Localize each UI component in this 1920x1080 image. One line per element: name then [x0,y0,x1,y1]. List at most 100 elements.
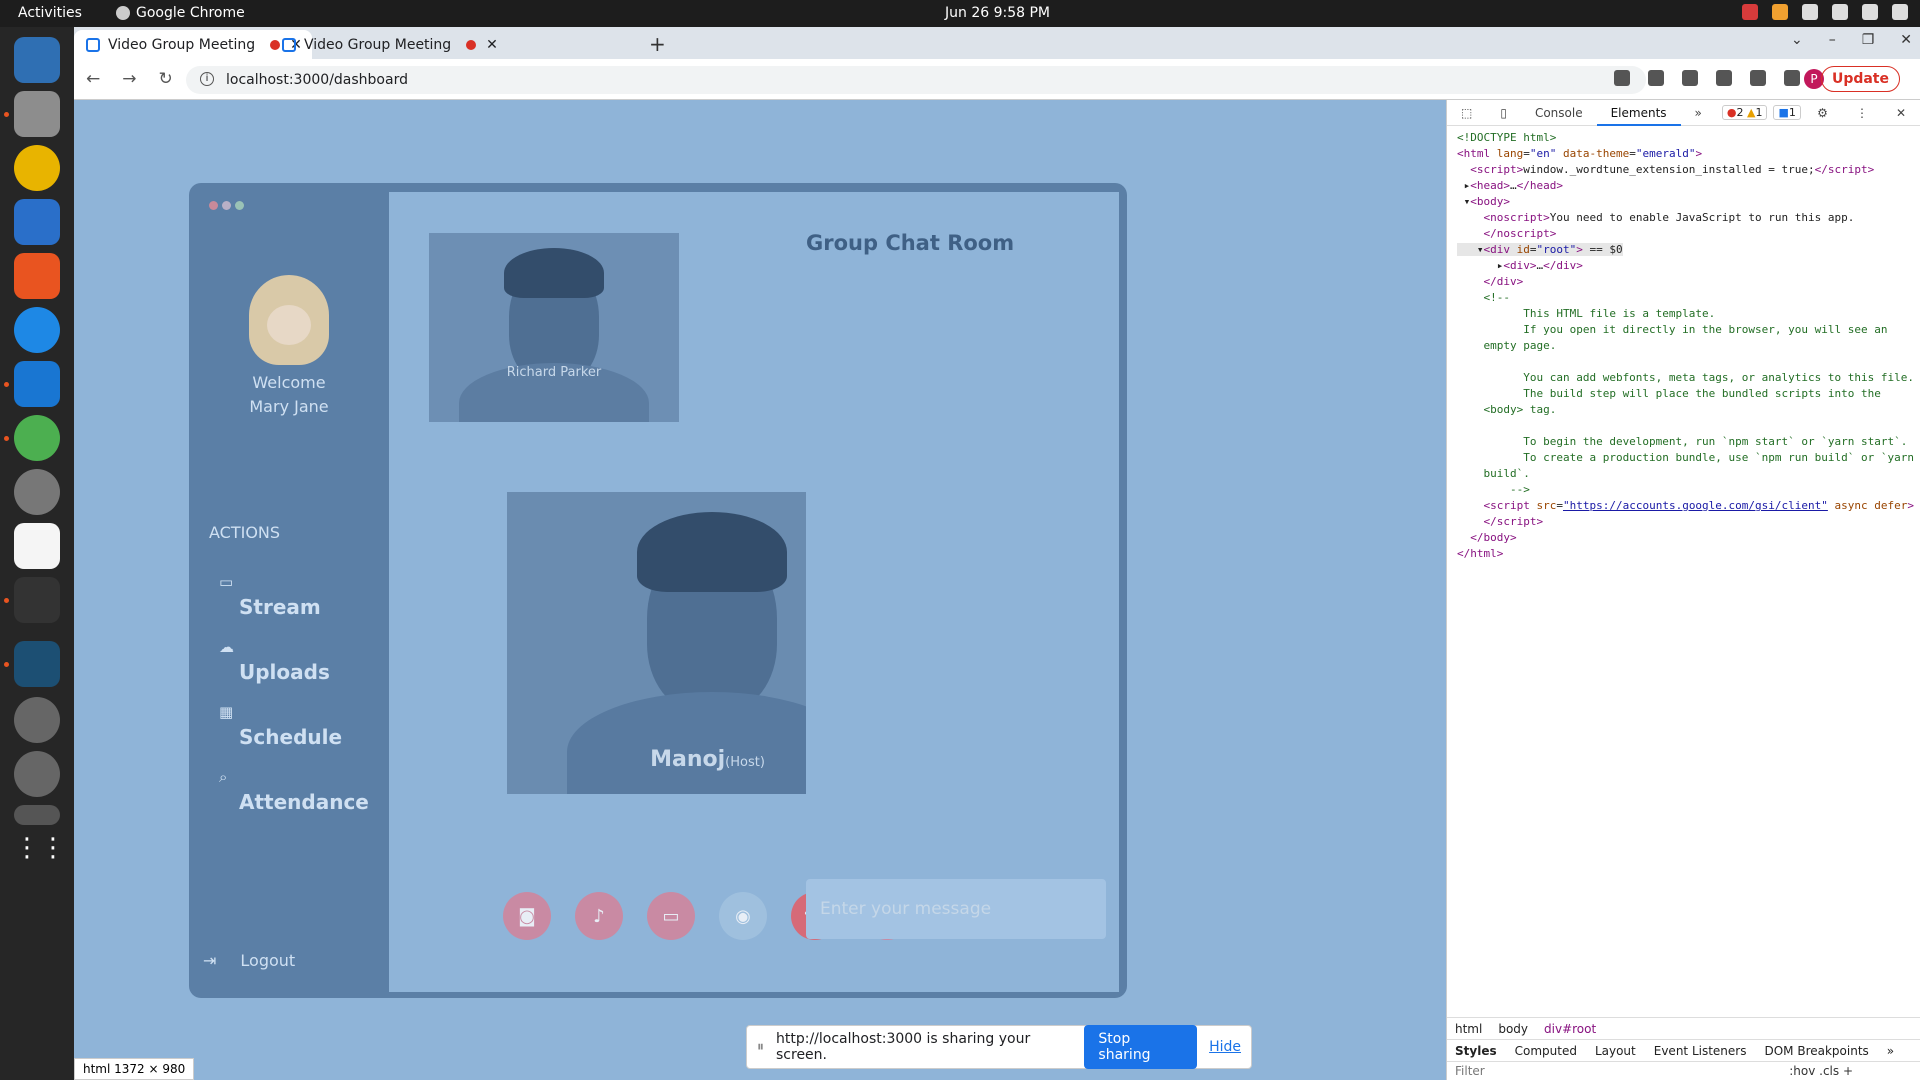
wifi-icon[interactable] [1802,4,1818,20]
participant-video[interactable]: Richard Parker [429,233,679,422]
dom-line[interactable]: </div> [1457,275,1524,288]
browser-toolbar: ← → ↻ i localhost:3000/dashboard P Updat… [74,59,1920,100]
mysql-workbench-icon[interactable] [14,641,60,687]
extensions-icon[interactable] [1750,70,1766,86]
minimize-icon[interactable]: – [1829,32,1836,48]
styles-filter[interactable]: Filter :hov .cls + [1447,1061,1920,1080]
more-tabs-icon[interactable]: » [1681,100,1716,126]
nav-item-stream[interactable]: ▭ Stream [219,573,321,619]
update-button[interactable]: Update [1820,66,1900,92]
tab-console[interactable]: Console [1521,100,1597,126]
recording-icon[interactable] [1772,4,1788,20]
clock[interactable]: Jun 26 9:58 PM [945,5,1050,21]
tab-layout[interactable]: Layout [1595,1044,1636,1058]
tab-dom-breakpoints[interactable]: DOM Breakpoints [1764,1044,1868,1058]
files-icon[interactable] [14,91,60,137]
microphone-icon[interactable] [1862,4,1878,20]
dom-line[interactable]: </noscript> [1457,227,1557,240]
app-center-icon[interactable] [14,253,60,299]
disk-icon[interactable] [14,697,60,743]
terminal-icon[interactable] [14,577,60,623]
screen-share-button[interactable]: ▭ [647,892,695,940]
dom-comment[interactable]: <!-- This HTML file is a template. If yo… [1457,291,1913,496]
app-menu[interactable]: Google Chrome [116,5,245,21]
settings-gear-icon[interactable]: ⚙ [1803,100,1842,126]
text-editor-icon[interactable] [14,523,60,569]
nav-item-uploads[interactable]: ☁ Uploads [219,638,330,684]
thunderbird-icon[interactable] [14,37,60,83]
key-icon[interactable] [1648,70,1664,86]
tab-event-listeners[interactable]: Event Listeners [1654,1044,1747,1058]
tab-computed[interactable]: Computed [1515,1044,1577,1058]
breadcrumb-item[interactable]: html [1455,1022,1482,1036]
dom-line[interactable]: <script>window._wordtune_extension_insta… [1457,163,1874,176]
logout-button[interactable]: ⇥ Logout [203,951,295,970]
address-bar[interactable]: i localhost:3000/dashboard [186,66,1646,94]
stop-sharing-button[interactable]: Stop sharing [1084,1025,1198,1069]
inspect-icon[interactable]: ⬚ [1447,100,1486,126]
site-info-icon[interactable]: i [200,72,214,86]
dom-line[interactable]: </script> [1457,515,1544,528]
close-window-icon[interactable]: ✕ [1900,32,1912,48]
dom-line[interactable]: <script src="https://accounts.google.com… [1457,499,1915,512]
system-tray[interactable] [1742,4,1908,20]
close-tab-icon[interactable]: ✕ [484,37,500,53]
side-panel-icon[interactable] [1784,70,1800,86]
dom-line[interactable]: ▸<div>…</div> [1457,259,1583,272]
back-icon[interactable]: ← [86,69,100,89]
tab-search-icon[interactable]: ⌄ [1791,32,1803,48]
close-devtools-icon[interactable]: ✕ [1882,100,1920,126]
styles-tabs: Styles Computed Layout Event Listeners D… [1447,1039,1920,1061]
record-button[interactable]: ◉ [719,892,767,940]
dom-line-selected[interactable]: ▾<div id="root"> == $0 [1457,243,1623,256]
mic-button[interactable]: ♪ [575,892,623,940]
battery-icon[interactable] [1892,4,1908,20]
rhythmbox-icon[interactable] [14,145,60,191]
maximize-icon[interactable]: ❐ [1862,32,1875,48]
dock: ⋮⋮ [0,27,74,1080]
activities-button[interactable]: Activities [18,5,82,21]
chrome-icon[interactable] [14,415,60,461]
issues-badge[interactable]: ●2 ▲1 [1721,105,1768,120]
reload-icon[interactable]: ↻ [159,69,173,89]
kebab-menu-icon[interactable]: ⋮ [1842,100,1882,126]
vscode-icon[interactable] [14,361,60,407]
dom-line[interactable]: ▸<head>…</head> [1457,179,1563,192]
tab-elements[interactable]: Elements [1596,100,1681,126]
hide-button[interactable]: Hide [1209,1039,1241,1055]
dom-line[interactable]: </html> [1457,547,1503,560]
browser-tab[interactable]: Video Group Meeting ✕ [270,30,508,59]
dom-line[interactable]: ▾<body> [1457,195,1510,208]
drive-icon[interactable] [14,805,60,825]
camera-button[interactable]: ◙ [503,892,551,940]
disk-icon[interactable] [14,751,60,797]
nav-item-attendance[interactable]: ⌕ Attendance [219,768,369,814]
screen-share-indicator-icon[interactable] [1742,4,1758,20]
dom-line[interactable]: </body> [1457,531,1516,544]
device-toolbar-icon[interactable]: ▯ [1486,100,1521,126]
writer-icon[interactable] [14,199,60,245]
message-input[interactable]: Enter your message [806,879,1106,939]
volume-icon[interactable] [1832,4,1848,20]
nav-item-schedule[interactable]: ▦ Schedule [219,703,342,749]
messages-badge[interactable]: ■1 [1773,105,1801,120]
new-tab-button[interactable]: + [649,32,666,56]
tab-styles[interactable]: Styles [1455,1044,1497,1058]
dom-line[interactable]: <noscript>You need to enable JavaScript … [1457,211,1855,224]
camera-icon[interactable] [1614,70,1630,86]
forward-icon[interactable]: → [122,69,136,89]
breadcrumb-item[interactable]: div#root [1544,1022,1596,1036]
filter-input[interactable]: Filter [1455,1064,1485,1078]
drag-handle-icon[interactable]: ⏸ [757,1039,764,1055]
more-tabs-icon[interactable]: » [1887,1044,1894,1058]
help-icon[interactable] [14,307,60,353]
bookmark-star-icon[interactable] [1716,70,1732,86]
dom-line[interactable]: <html lang="en" data-theme="emerald"> [1457,147,1702,160]
share-icon[interactable] [1682,70,1698,86]
settings-icon[interactable] [14,469,60,515]
filter-tools[interactable]: :hov .cls + [1789,1064,1853,1078]
breadcrumb-item[interactable]: body [1498,1022,1528,1036]
show-apps-icon[interactable]: ⋮⋮ [14,833,66,879]
dom-tree[interactable]: <!DOCTYPE html> <html lang="en" data-the… [1447,126,1920,562]
chat-title: Group Chat Room [806,231,1015,255]
